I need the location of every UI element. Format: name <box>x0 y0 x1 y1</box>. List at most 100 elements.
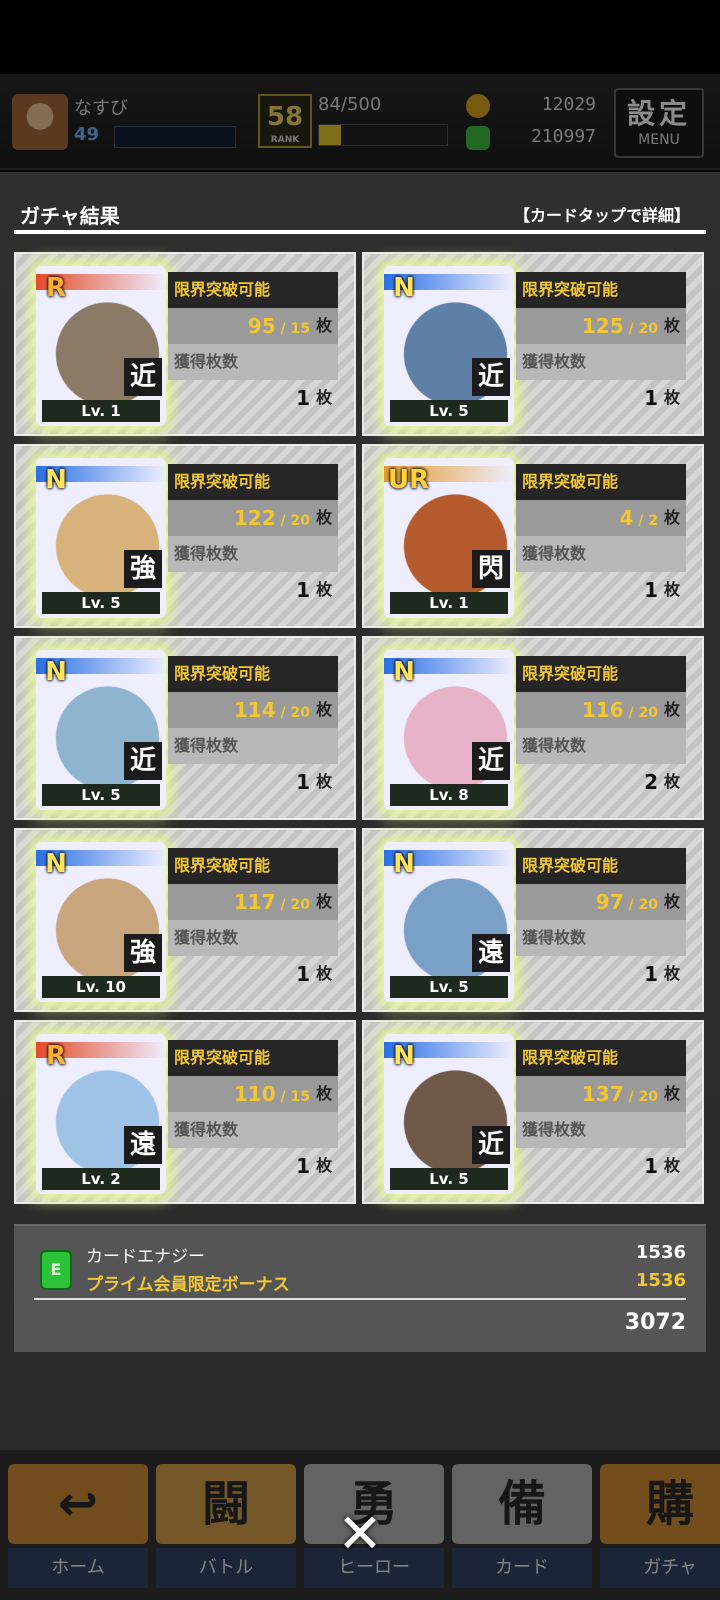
card-level: Lv. 5 <box>42 592 160 614</box>
card-level: Lv. 2 <box>42 1168 160 1190</box>
rarity-badge: N <box>393 657 415 687</box>
limit-break-label: 限界突破可能 <box>516 656 686 692</box>
role-badge: 閃 <box>472 550 510 588</box>
required-count: 20 <box>638 321 658 337</box>
role-badge: 強 <box>124 934 162 972</box>
unit-label: 枚 <box>315 316 332 335</box>
card-level: Lv. 5 <box>390 400 508 422</box>
unit-label: 枚 <box>315 1156 332 1175</box>
unit-label: 枚 <box>663 1156 680 1175</box>
title-divider <box>14 230 706 234</box>
bonus-value: 1536 <box>635 1270 686 1291</box>
top-status-bar: なすび 49 58 RANK 84/500 12029 210997 設定 MEN… <box>0 74 720 170</box>
energy-divider <box>34 1298 686 1300</box>
obtained-count: 1枚 <box>516 1148 686 1184</box>
role-badge: 遠 <box>472 934 510 972</box>
nav-item[interactable]: 購ガチャ <box>600 1464 720 1592</box>
obtained-label: 獲得枚数 <box>168 728 338 764</box>
rarity-badge: R <box>45 273 67 303</box>
owned-count: 4 <box>619 506 634 530</box>
result-card[interactable]: N 強 Lv. 5 限界突破可能 122 / 20 枚獲得枚数 1 枚 <box>14 444 356 628</box>
required-count: 20 <box>290 513 310 529</box>
result-card[interactable]: N 遠 Lv. 5 限界突破可能 97 / 20 枚獲得枚数 1 枚 <box>362 828 704 1012</box>
unit-label: 枚 <box>663 508 680 527</box>
limit-break-count: 125 / 20 枚 <box>516 308 686 344</box>
obtained-count: 1枚 <box>168 572 338 608</box>
nav-item[interactable]: ↩ ホーム <box>8 1464 148 1592</box>
result-card[interactable]: R 近 Lv. 1 限界突破可能 95 / 15 枚獲得枚数 1 枚 <box>14 252 356 436</box>
obtained-label: 獲得枚数 <box>168 536 338 572</box>
card-level: Lv. 10 <box>42 976 160 998</box>
energy-can-icon: E <box>40 1250 72 1290</box>
limit-break-count: 116 / 20 枚 <box>516 692 686 728</box>
result-card[interactable]: UR 閃 Lv. 1 限界突破可能 4 / 2 枚獲得枚数 1 枚 <box>362 444 704 628</box>
owned-count: 110 <box>233 1082 276 1106</box>
card-thumbnail: N 遠 Lv. 5 <box>384 842 514 1002</box>
card-thumbnail: N 近 Lv. 5 <box>36 650 166 810</box>
card-level: Lv. 5 <box>390 1168 508 1190</box>
nav-icon: 闘 <box>156 1464 296 1544</box>
tap-hint: 【カードタップで詳細】 <box>513 206 690 225</box>
unit-label: 枚 <box>663 700 680 719</box>
unit-label: 枚 <box>663 964 680 983</box>
limit-break-label: 限界突破可能 <box>168 1040 338 1076</box>
role-badge: 近 <box>124 358 162 396</box>
card-thumbnail: R 近 Lv. 1 <box>36 266 166 426</box>
obtained-label: 獲得枚数 <box>516 1112 686 1148</box>
result-card[interactable]: N 強 Lv. 10 限界突破可能 117 / 20 枚獲得枚数 1 枚 <box>14 828 356 1012</box>
menu-button[interactable]: 設定 MENU <box>614 88 704 158</box>
role-badge: 遠 <box>124 1126 162 1164</box>
player-name: なすび <box>74 98 128 119</box>
obtained-count: 1枚 <box>516 956 686 992</box>
limit-break-count: 122 / 20 枚 <box>168 500 338 536</box>
close-icon[interactable]: ✕ <box>332 1506 388 1562</box>
unit-label: 枚 <box>315 580 332 599</box>
limit-break-label: 限界突破可能 <box>516 1040 686 1076</box>
player-info[interactable]: なすび 49 <box>12 94 244 158</box>
result-card[interactable]: R 遠 Lv. 2 限界突破可能 110 / 15 枚獲得枚数 1 枚 <box>14 1020 356 1204</box>
rank-progress-text: 84/500 <box>318 94 382 115</box>
obtained-label: 獲得枚数 <box>168 1112 338 1148</box>
unit-label: 枚 <box>663 316 680 335</box>
card-level: Lv. 1 <box>390 592 508 614</box>
card-level: Lv. 1 <box>42 400 160 422</box>
rarity-badge: N <box>393 273 415 303</box>
nav-icon: 購 <box>600 1464 720 1544</box>
required-count: 2 <box>648 513 658 529</box>
menu-kanji: 設定 <box>626 97 691 130</box>
currency-panel: 12029 210997 <box>466 92 606 158</box>
required-count: 15 <box>290 321 310 337</box>
unit-label: 枚 <box>315 964 332 983</box>
required-count: 20 <box>638 705 658 721</box>
card-thumbnail: R 遠 Lv. 2 <box>36 1034 166 1194</box>
required-count: 20 <box>638 897 658 913</box>
unit-label: 枚 <box>663 580 680 599</box>
limit-break-count: 4 / 2枚 <box>516 500 686 536</box>
rank-badge: 58 RANK <box>258 94 312 148</box>
rank-info: 58 RANK 84/500 <box>258 94 448 158</box>
result-card[interactable]: N 近 Lv. 5 限界突破可能 125 / 20 枚獲得枚数 1 枚 <box>362 252 704 436</box>
obtained-count: 1枚 <box>168 380 338 416</box>
nav-label: カード <box>452 1548 592 1588</box>
green-currency-icon <box>466 126 490 150</box>
obtained-count: 1枚 <box>516 572 686 608</box>
result-card[interactable]: N 近 Lv. 5 限界突破可能 114 / 20 枚獲得枚数 1 枚 <box>14 636 356 820</box>
player-avatar <box>12 94 68 150</box>
card-thumbnail: N 近 Lv. 8 <box>384 650 514 810</box>
card-level: Lv. 8 <box>390 784 508 806</box>
status-bar <box>0 0 720 74</box>
result-card[interactable]: N 近 Lv. 5 限界突破可能 137 / 20 枚獲得枚数 1 枚 <box>362 1020 704 1204</box>
card-energy-summary: E カードエナジー 1536 プライム会員限定ボーナス 1536 3072 <box>14 1224 706 1352</box>
unit-label: 枚 <box>663 892 680 911</box>
card-thumbnail: N 強 Lv. 10 <box>36 842 166 1002</box>
menu-label: MENU <box>638 132 680 148</box>
owned-count: 95 <box>247 314 276 338</box>
nav-item[interactable]: 闘バトル <box>156 1464 296 1592</box>
unit-label: 枚 <box>663 772 680 791</box>
limit-break-label: 限界突破可能 <box>168 272 338 308</box>
result-card[interactable]: N 近 Lv. 8 限界突破可能 116 / 20 枚獲得枚数 2 枚 <box>362 636 704 820</box>
nav-item[interactable]: 備カード <box>452 1464 592 1592</box>
gacha-result-panel: ガチャ結果 【カードタップで詳細】 R 近 Lv. 1 限界突破可能 95 / 15 枚獲… <box>0 172 720 1450</box>
nav-label: ホーム <box>8 1548 148 1588</box>
rarity-badge: N <box>393 1041 415 1071</box>
